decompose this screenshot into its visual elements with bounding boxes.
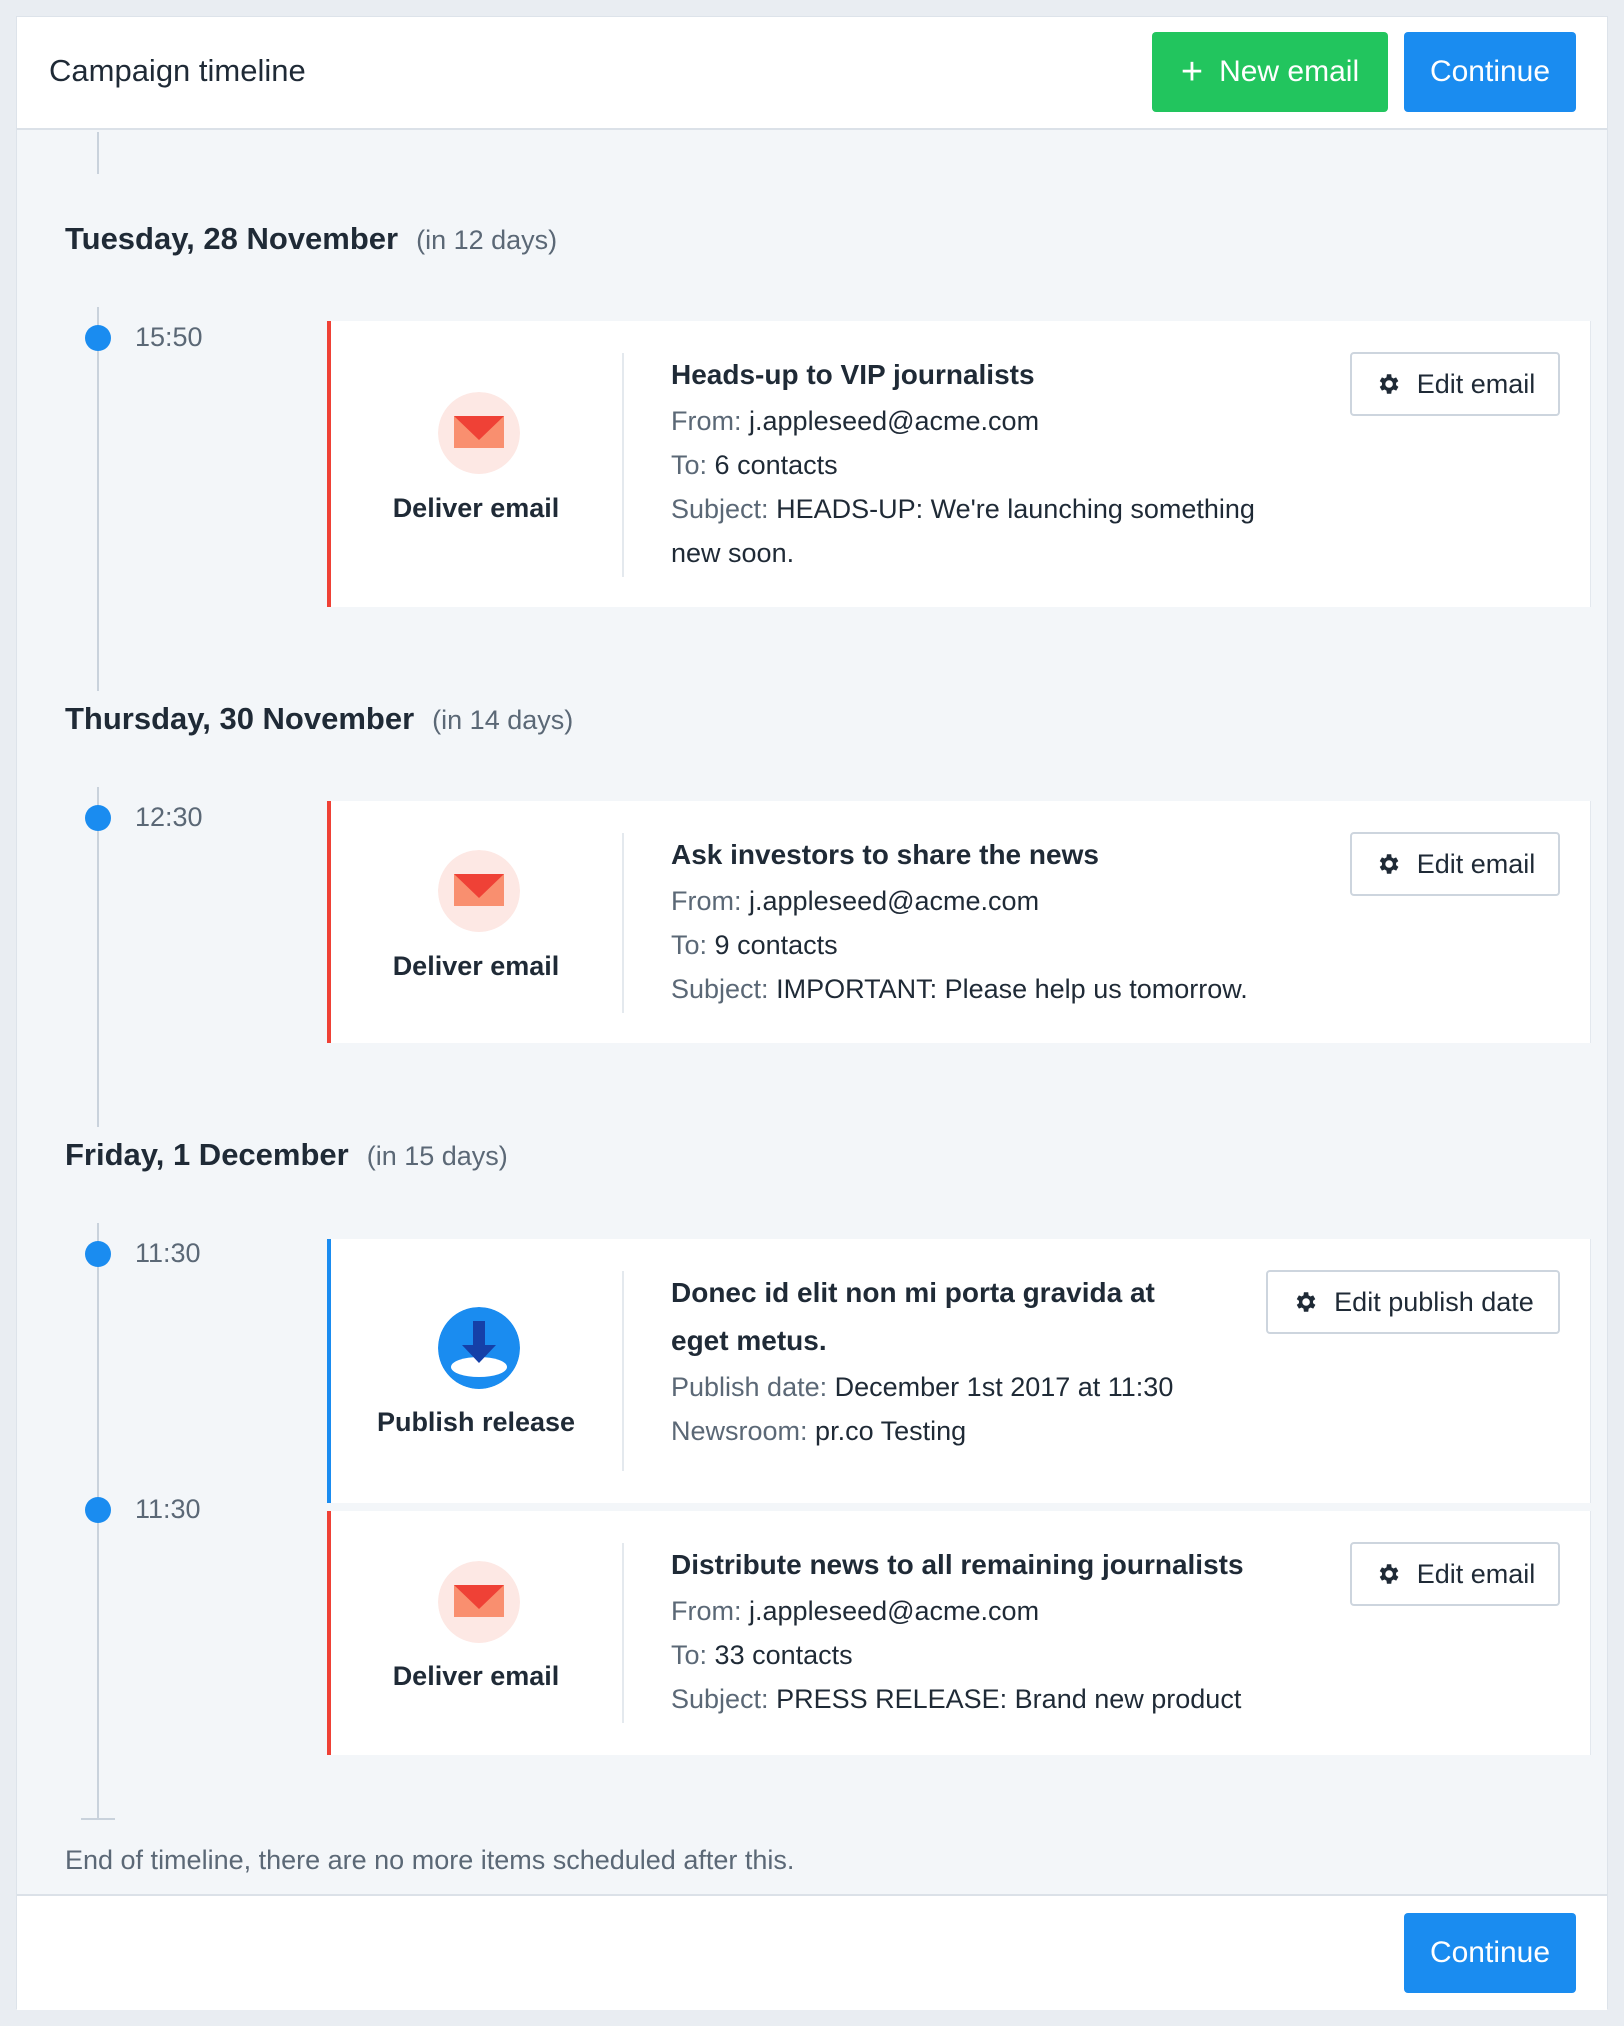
card-divider — [622, 833, 624, 1013]
email-from: From: j.appleseed@acme.com — [671, 886, 1040, 916]
edit-publish-date-label: Edit publish date — [1334, 1286, 1534, 1317]
edit-email-button[interactable]: Edit email — [1350, 832, 1560, 896]
envelope-icon — [438, 1561, 520, 1643]
timeline-card-deliver-email: Deliver email Heads-up to VIP journalist… — [327, 321, 1591, 607]
card-divider — [622, 1271, 624, 1471]
email-to: To: 6 contacts — [671, 450, 838, 480]
edit-email-button[interactable]: Edit email — [1350, 1542, 1560, 1606]
gear-icon — [1296, 1292, 1316, 1312]
email-subject: Subject: PRESS RELEASE: Brand new produc… — [671, 1684, 1242, 1714]
email-to: To: 33 contacts — [671, 1640, 853, 1670]
card-body: Heads-up to VIP journalists From: j.appl… — [671, 351, 1255, 575]
card-body: Ask investors to share the news From: j.… — [671, 831, 1248, 1011]
timeline-dot — [85, 1241, 111, 1267]
timeline-card-deliver-email: Deliver email Distribute news to all rem… — [327, 1511, 1591, 1755]
date-heading: Thursday, 30 November (in 14 days) — [65, 701, 573, 737]
edit-publish-date-button[interactable]: Edit publish date — [1266, 1270, 1560, 1334]
card-body: Distribute news to all remaining journal… — [671, 1541, 1244, 1721]
email-title: Heads-up to VIP journalists — [671, 359, 1035, 390]
item-type-label: Deliver email — [392, 951, 560, 981]
release-newsroom: Newsroom: pr.co Testing — [671, 1416, 967, 1446]
campaign-timeline-panel: Campaign timeline + New email Continue T… — [16, 16, 1608, 2010]
timeline-line — [97, 307, 99, 691]
email-subject: Subject: IMPORTANT: Please help us tomor… — [671, 974, 1248, 1004]
item-time: 11:30 — [135, 1494, 201, 1524]
gear-icon — [1379, 374, 1399, 394]
item-type-label: Deliver email — [392, 493, 560, 523]
item-time: 12:30 — [135, 802, 203, 832]
release-title: Donec id elit non mi porta gravida at eg… — [671, 1277, 1155, 1356]
date-relative: (in 14 days) — [432, 705, 574, 735]
item-time: 11:30 — [135, 1238, 201, 1268]
item-time: 15:50 — [135, 322, 203, 352]
envelope-icon — [438, 850, 520, 932]
edit-email-button[interactable]: Edit email — [1350, 352, 1560, 416]
timeline-card-deliver-email: Deliver email Ask investors to share the… — [327, 801, 1591, 1043]
date-heading: Tuesday, 28 November (in 12 days) — [65, 221, 557, 257]
timeline-dot — [85, 805, 111, 831]
item-type-label: Publish release — [376, 1407, 576, 1437]
email-from: From: j.appleseed@acme.com — [671, 1596, 1040, 1626]
end-of-timeline-text: End of timeline, there are no more items… — [65, 1845, 795, 1875]
plus-icon: + — [1180, 51, 1204, 93]
email-subject-cont: new soon. — [671, 538, 795, 568]
timeline-line — [97, 132, 99, 174]
download-arrow-icon — [438, 1307, 520, 1389]
date-relative: (in 12 days) — [416, 225, 558, 255]
continue-button-bottom[interactable]: Continue — [1404, 1913, 1576, 1993]
email-from: From: j.appleseed@acme.com — [671, 406, 1040, 436]
continue-button-top[interactable]: Continue — [1404, 32, 1576, 112]
gear-icon — [1379, 854, 1399, 874]
panel-footer: Continue — [17, 1894, 1607, 2010]
timeline-card-publish-release: Publish release Donec id elit non mi por… — [327, 1239, 1591, 1503]
timeline-end-cap — [81, 1818, 115, 1820]
email-subject: Subject: HEADS-UP: We're launching somet… — [671, 494, 1255, 524]
email-title: Ask investors to share the news — [671, 839, 1099, 870]
card-body: Donec id elit non mi porta gravida at eg… — [671, 1269, 1173, 1453]
edit-email-label: Edit email — [1416, 368, 1536, 399]
email-to: To: 9 contacts — [671, 930, 838, 960]
new-email-label: New email — [1219, 55, 1360, 88]
timeline-dot — [85, 325, 111, 351]
card-divider — [622, 353, 624, 577]
date-relative: (in 15 days) — [366, 1141, 508, 1171]
email-title: Distribute news to all remaining journal… — [671, 1549, 1244, 1580]
edit-email-label: Edit email — [1416, 1558, 1536, 1589]
date-label: Thursday, 30 November — [65, 701, 415, 736]
edit-email-label: Edit email — [1416, 848, 1536, 879]
page-title: Campaign timeline — [49, 53, 306, 88]
timeline-dot — [85, 1497, 111, 1523]
gear-icon — [1379, 1564, 1399, 1584]
timeline-line — [97, 787, 99, 1127]
date-label: Friday, 1 December — [65, 1137, 349, 1172]
date-label: Tuesday, 28 November — [65, 221, 399, 256]
card-divider — [622, 1543, 624, 1723]
panel-header: Campaign timeline + New email Continue — [17, 17, 1607, 130]
envelope-icon — [438, 392, 520, 474]
date-heading: Friday, 1 December (in 15 days) — [65, 1137, 508, 1173]
release-publish-date: Publish date: December 1st 2017 at 11:30 — [671, 1372, 1174, 1402]
new-email-button[interactable]: + New email — [1152, 32, 1388, 112]
item-type-label: Deliver email — [392, 1661, 560, 1691]
